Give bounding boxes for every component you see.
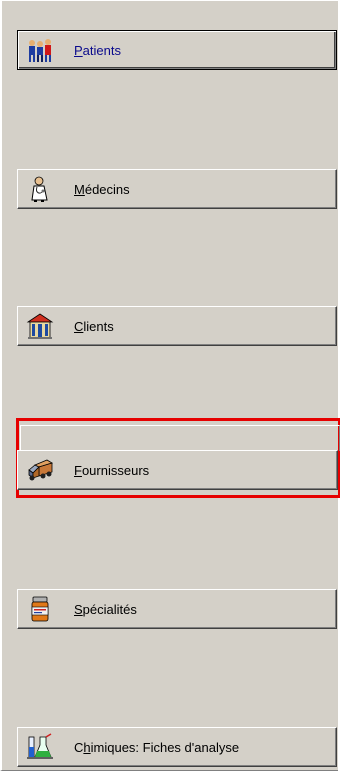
focus-inner-bevel xyxy=(20,425,340,451)
clients-button[interactable]: Clients xyxy=(17,306,337,346)
specialites-button[interactable]: Spécialités xyxy=(17,589,337,629)
patients-button[interactable]: Patients xyxy=(17,30,337,70)
clients-label: Clients xyxy=(74,318,114,334)
fournisseurs-label: Fournisseurs xyxy=(74,462,150,478)
building-icon xyxy=(26,313,54,339)
lab-flask-icon xyxy=(27,733,53,759)
fournisseurs-button[interactable]: Fournisseurs xyxy=(17,450,338,490)
navigation-panel: Patients Médecins Clients Fournisseurs S… xyxy=(0,0,340,771)
medicine-bottle-icon xyxy=(31,596,49,622)
chimiques-button[interactable]: Chimiques: Fiches d'analyse xyxy=(17,727,337,767)
people-group-icon xyxy=(29,39,51,62)
specialites-label: Spécialités xyxy=(74,601,137,617)
medecins-button[interactable]: Médecins xyxy=(17,169,337,209)
chimiques-label: Chimiques: Fiches d'analyse xyxy=(74,739,240,755)
patients-label: Patients xyxy=(74,42,121,58)
medecins-label: Médecins xyxy=(74,181,130,197)
doctor-icon xyxy=(31,176,48,202)
delivery-truck-icon xyxy=(28,459,53,481)
